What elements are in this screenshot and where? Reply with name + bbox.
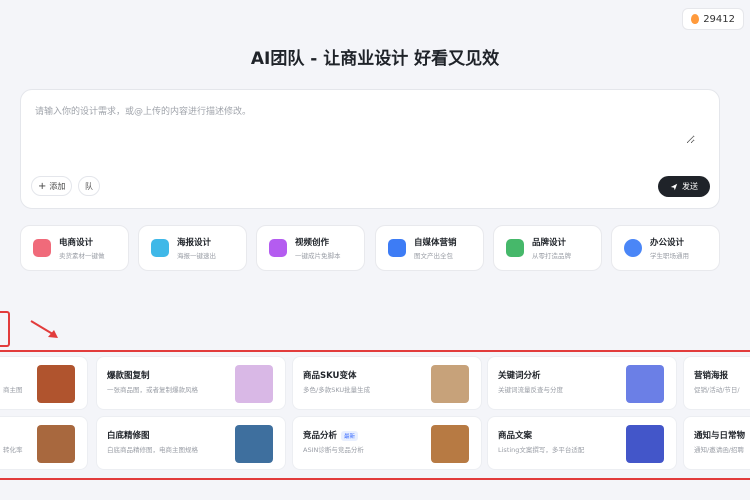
pie-chart-icon (624, 239, 642, 257)
category-subtitle: 图文产出全包 (414, 252, 453, 260)
send-button-label: 发送 (682, 182, 698, 191)
category-subtitle: 卖货素材一键做 (59, 252, 105, 260)
video-play-icon (269, 239, 287, 257)
category-row: 电商设计卖货素材一键做 海报设计海报一键速出 视频创作一键成片免脚本 自媒体营销… (20, 225, 720, 271)
add-button[interactable]: + 添加 (31, 176, 73, 196)
category-title: 品牌设计 (532, 238, 567, 248)
heart-chat-icon (388, 239, 406, 257)
credit-balance[interactable]: 29412 (682, 8, 744, 30)
category-subtitle: 一键成片免脚本 (295, 252, 341, 260)
poster-icon (151, 239, 169, 257)
team-button[interactable]: 队 (78, 176, 100, 196)
prompt-input[interactable] (35, 104, 695, 144)
team-icon: 队 (85, 181, 93, 191)
category-title: 电商设计 (59, 238, 94, 248)
annotation-box (0, 311, 10, 347)
annotation-arrow-icon (30, 320, 58, 338)
category-video[interactable]: 视频创作一键成片免脚本 (256, 225, 365, 271)
shopping-bag-icon (33, 239, 51, 257)
category-ecommerce[interactable]: 电商设计卖货素材一键做 (20, 225, 129, 271)
category-title: 办公设计 (650, 238, 685, 248)
add-button-label: 添加 (49, 181, 66, 191)
category-brand[interactable]: 品牌设计从零打造品牌 (493, 225, 602, 271)
category-social-media[interactable]: 自媒体营销图文产出全包 (375, 225, 484, 271)
page-title: AI团队 - 让商业设计 好看又见效 (250, 49, 500, 69)
category-subtitle: 海报一键速出 (177, 252, 216, 260)
prompt-box (20, 89, 720, 209)
flame-icon (691, 14, 700, 24)
category-title: 自媒体营销 (414, 238, 457, 248)
category-office[interactable]: 办公设计学生职场通用 (611, 225, 720, 271)
send-button[interactable]: 发送 (658, 176, 710, 197)
send-icon (670, 183, 678, 190)
brand-icon (506, 239, 524, 257)
category-title: 视频创作 (295, 238, 330, 248)
category-subtitle: 学生职场通用 (650, 252, 689, 260)
plus-icon: + (38, 180, 47, 192)
category-title: 海报设计 (177, 238, 212, 248)
category-poster[interactable]: 海报设计海报一键速出 (138, 225, 247, 271)
credit-value: 29412 (703, 13, 735, 25)
annotation-frame (0, 350, 750, 480)
category-subtitle: 从零打造品牌 (532, 252, 571, 260)
